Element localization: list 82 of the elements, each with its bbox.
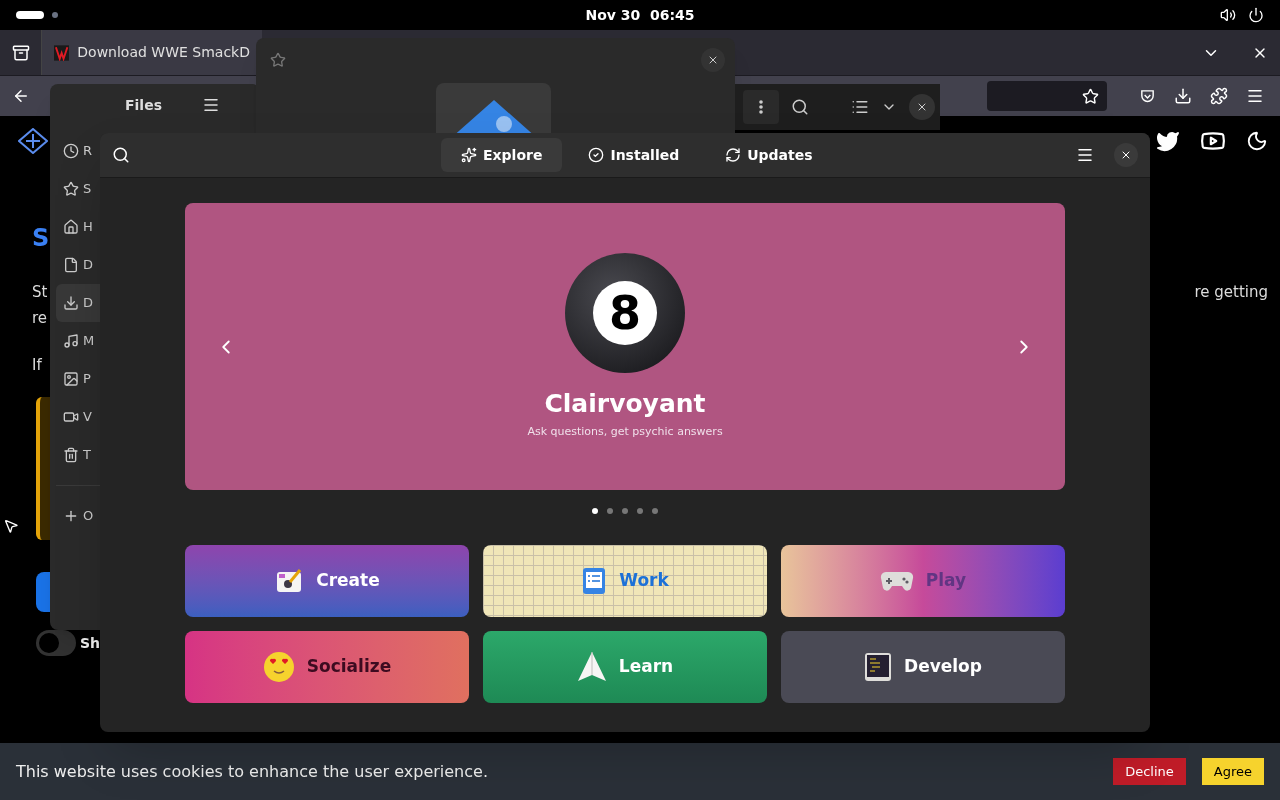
sidebar-item[interactable]: R: [56, 132, 100, 170]
plus-icon: [63, 508, 79, 524]
sidebar-item[interactable]: O: [56, 497, 100, 535]
bookmark-star-icon[interactable]: [1082, 87, 1099, 105]
music-icon: [63, 333, 79, 349]
close-icon: [916, 101, 928, 113]
app-title: Clairvoyant: [544, 387, 706, 420]
menu-icon[interactable]: [1076, 146, 1094, 164]
category-tile[interactable]: Learn: [483, 631, 767, 703]
site-logo-icon: [54, 44, 70, 61]
video-icon: [63, 409, 79, 425]
window-title: Files: [125, 95, 162, 115]
download-icon[interactable]: [1174, 87, 1192, 105]
page-button[interactable]: [36, 572, 50, 612]
category-tile[interactable]: Work: [483, 545, 767, 617]
tab-overview-icon[interactable]: [11, 43, 30, 62]
extensions-icon[interactable]: [1210, 87, 1228, 105]
sidebar-item[interactable]: M: [56, 322, 100, 360]
menu-icon[interactable]: [202, 96, 220, 114]
app-subtitle: Ask questions, get psychic answers: [527, 424, 723, 440]
twitter-icon[interactable]: [1156, 129, 1180, 153]
agree-button[interactable]: Agree: [1201, 757, 1264, 786]
mouse-cursor-icon: [3, 518, 19, 534]
checklist-icon: [581, 566, 608, 596]
sparkle-icon: [461, 147, 477, 163]
options-button[interactable]: [743, 90, 779, 124]
category-tile[interactable]: Socialize: [185, 631, 469, 703]
sidebar-item[interactable]: V: [56, 398, 100, 436]
view-tab[interactable]: Explore: [441, 138, 563, 172]
download-icon: [63, 295, 79, 311]
star-icon: [63, 181, 79, 197]
refresh-icon: [725, 147, 742, 163]
paragraph-text: If: [32, 355, 42, 376]
back-icon[interactable]: [12, 87, 30, 105]
terminal-icon: [864, 652, 893, 682]
view-tab[interactable]: Updates: [705, 138, 833, 172]
paper-plane-icon: [576, 651, 607, 683]
heart-eyes-icon: [262, 651, 295, 683]
page-heading: S: [32, 226, 50, 250]
list-view-icon[interactable]: [851, 98, 869, 116]
close-icon: [707, 54, 719, 66]
moon-icon[interactable]: [1246, 130, 1268, 152]
sidebar-item[interactable]: D: [56, 284, 100, 322]
document-icon: [63, 257, 79, 273]
toggle-label: Sh: [80, 633, 101, 653]
close-button[interactable]: [701, 48, 725, 72]
sidebar-item[interactable]: D: [56, 246, 100, 284]
ball-number: 8: [609, 289, 641, 336]
sidebar-item[interactable]: S: [56, 170, 100, 208]
power-icon[interactable]: [1248, 7, 1264, 23]
paragraph-text: St: [32, 282, 48, 303]
cookie-text: This website uses cookies to enhance the user experience.: [16, 760, 488, 783]
star-icon[interactable]: [270, 52, 286, 68]
clock-icon: [63, 143, 79, 159]
view-tab[interactable]: Installed: [568, 138, 700, 172]
tab-title: Download WWE SmackD: [77, 43, 250, 62]
sidebar-item[interactable]: T: [56, 436, 100, 474]
browser-tab[interactable]: Download WWE SmackD: [42, 30, 262, 75]
search-icon[interactable]: [791, 98, 809, 116]
clock[interactable]: Nov 30 06:45: [585, 4, 695, 26]
paragraph-text: re getting: [1194, 282, 1268, 303]
workspace-indicator[interactable]: [16, 11, 44, 19]
check-circle-icon: [588, 147, 605, 163]
trash-icon: [63, 447, 79, 463]
url-field[interactable]: [987, 81, 1107, 111]
home-icon: [63, 219, 79, 235]
sidebar-item[interactable]: H: [56, 208, 100, 246]
image-icon: [63, 371, 79, 387]
decline-button[interactable]: Decline: [1113, 757, 1186, 786]
paragraph-text: re: [32, 308, 48, 329]
volume-icon[interactable]: [1220, 7, 1236, 23]
search-icon[interactable]: [112, 146, 130, 164]
close-button[interactable]: [1114, 143, 1138, 167]
site-logo: [18, 128, 48, 154]
kebab-icon: [759, 100, 763, 114]
toggle-switch[interactable]: [36, 630, 76, 656]
category-tile[interactable]: Create: [185, 545, 469, 617]
pocket-icon[interactable]: [1139, 87, 1156, 105]
sidebar-item[interactable]: P: [56, 360, 100, 398]
category-tile[interactable]: Develop: [781, 631, 1065, 703]
close-icon: [1120, 149, 1132, 161]
menu-icon[interactable]: [1246, 87, 1264, 105]
